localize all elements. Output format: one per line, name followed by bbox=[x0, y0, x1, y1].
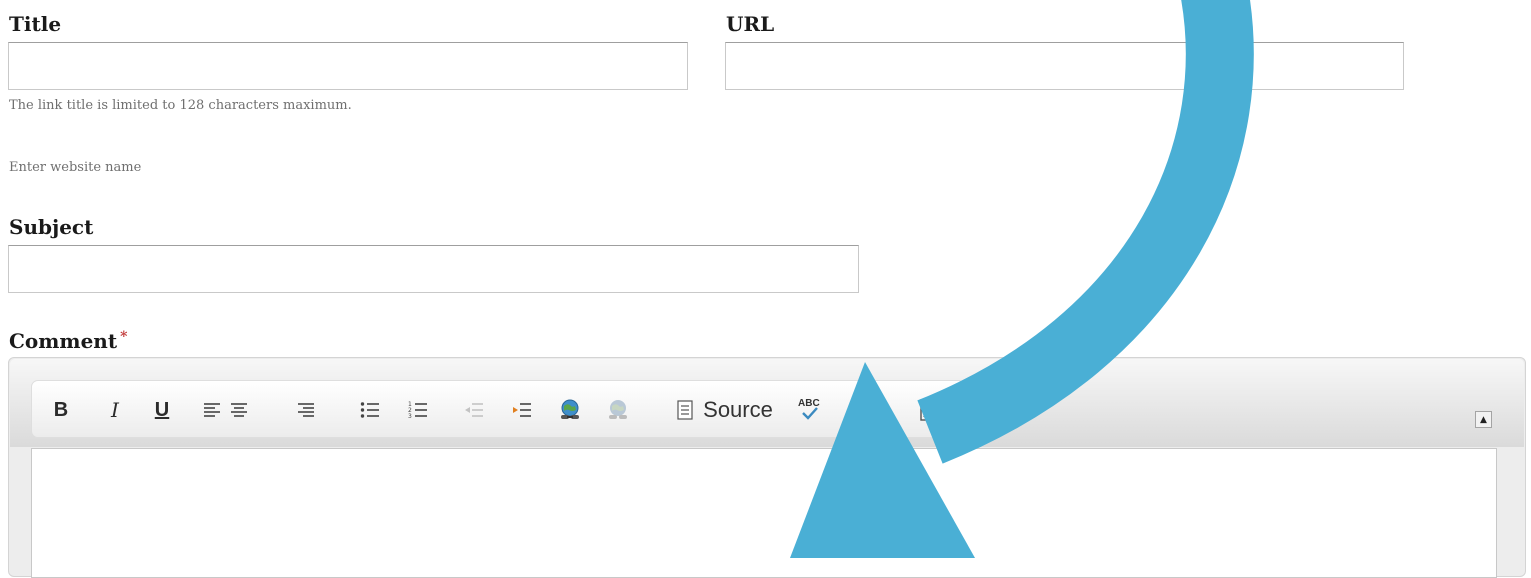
bold-icon: B bbox=[53, 398, 69, 421]
image-button[interactable] bbox=[915, 381, 949, 439]
align-right-button[interactable] bbox=[291, 381, 321, 439]
title-input[interactable] bbox=[8, 42, 688, 90]
numbered-list-button[interactable]: 123 bbox=[403, 381, 433, 439]
collapse-toolbar-button[interactable]: ▲ bbox=[1475, 411, 1492, 428]
align-left-button[interactable] bbox=[197, 381, 227, 439]
title-help-text: The link title is limited to 128 charact… bbox=[9, 98, 352, 113]
bulleted-list-button[interactable] bbox=[355, 381, 385, 439]
indent-icon bbox=[513, 403, 531, 417]
url-label: URL bbox=[726, 12, 775, 36]
outdent-icon bbox=[465, 403, 483, 417]
align-center-icon bbox=[231, 403, 247, 417]
source-icon bbox=[677, 400, 693, 420]
underline-button[interactable]: U bbox=[147, 381, 177, 439]
bulleted-list-icon bbox=[360, 402, 379, 418]
url-help-text: Enter website name bbox=[9, 160, 142, 175]
indent-button[interactable] bbox=[507, 381, 537, 439]
unlink-icon bbox=[609, 400, 627, 419]
image-icon bbox=[920, 399, 944, 421]
outdent-button[interactable] bbox=[459, 381, 489, 439]
title-label: Title bbox=[9, 12, 62, 36]
bold-button[interactable]: B bbox=[46, 381, 76, 439]
source-button-label: Source bbox=[703, 397, 773, 422]
source-button[interactable]: Source bbox=[664, 381, 786, 439]
spellcheck-button[interactable]: ABC bbox=[792, 381, 828, 439]
subject-input[interactable] bbox=[8, 245, 859, 293]
url-input[interactable] bbox=[725, 42, 1404, 90]
unlink-button[interactable] bbox=[601, 381, 635, 439]
numbered-list-icon: 123 bbox=[408, 401, 427, 420]
subject-label: Subject bbox=[9, 215, 94, 239]
italic-button[interactable]: I bbox=[100, 381, 130, 439]
editor-toolbar: B I U 123 Source ABC bbox=[31, 380, 965, 438]
align-left-icon bbox=[204, 403, 220, 417]
comment-label: Comment * bbox=[9, 329, 127, 353]
italic-icon: I bbox=[111, 398, 119, 422]
underline-icon: U bbox=[154, 398, 170, 421]
comment-text-area[interactable] bbox=[31, 448, 1497, 578]
required-marker: * bbox=[120, 329, 128, 345]
svg-text:3: 3 bbox=[408, 413, 412, 420]
link-icon bbox=[561, 399, 579, 419]
spellcheck-icon: ABC bbox=[798, 397, 822, 423]
link-button[interactable] bbox=[553, 381, 587, 439]
align-center-button[interactable] bbox=[224, 381, 254, 439]
comment-label-text: Comment bbox=[9, 329, 118, 353]
align-right-icon bbox=[298, 403, 314, 417]
